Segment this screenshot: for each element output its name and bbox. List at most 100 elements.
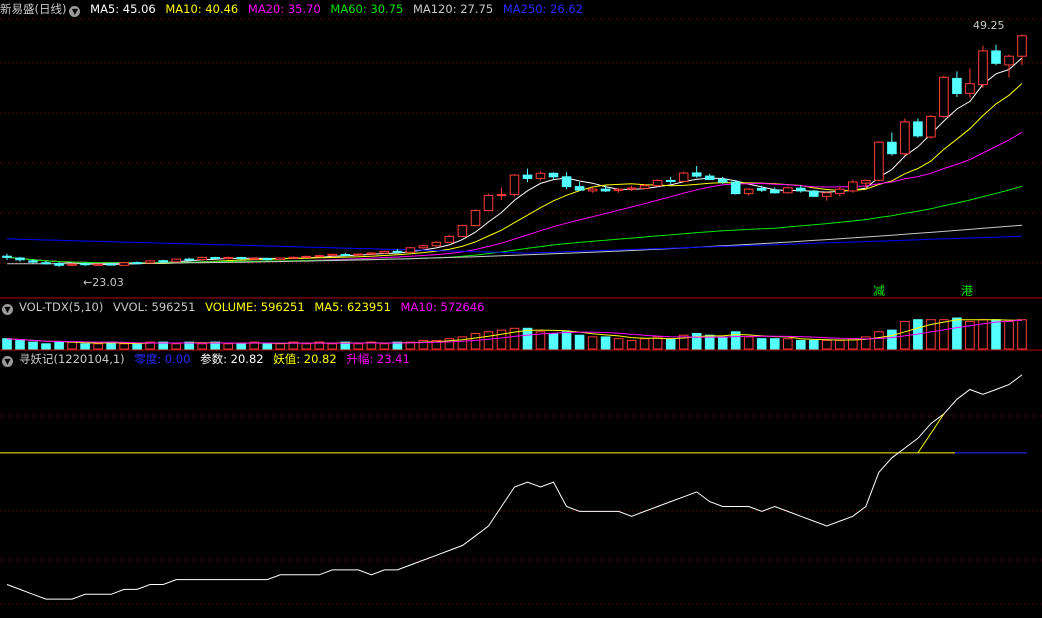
candle xyxy=(301,255,312,259)
ma5-line xyxy=(6,57,1023,266)
candle xyxy=(730,180,741,195)
candle-body xyxy=(54,263,64,266)
candle xyxy=(249,257,259,260)
candle-body xyxy=(327,253,338,257)
candle-body xyxy=(223,257,233,260)
candle xyxy=(887,132,897,156)
candle-body xyxy=(913,121,923,137)
candle xyxy=(509,173,520,197)
candle-body xyxy=(522,174,533,180)
candle-body xyxy=(431,241,442,247)
candle-body xyxy=(444,235,455,243)
candle xyxy=(600,185,611,193)
volume-bar xyxy=(1004,320,1014,350)
candle-body xyxy=(743,188,754,195)
chevron-down-icon[interactable]: ▼ xyxy=(2,304,13,315)
candle xyxy=(991,44,1001,66)
candle-body xyxy=(275,257,286,261)
volume-bar xyxy=(743,336,754,350)
volume-bar xyxy=(171,343,181,350)
candle-body xyxy=(314,255,325,258)
canshu-label: 参数: 20.82 xyxy=(200,352,264,366)
ma120-line xyxy=(7,224,1023,265)
candle-body xyxy=(822,192,832,197)
shengfu-label: 升幅: 23.41 xyxy=(346,352,410,366)
candle xyxy=(535,171,546,181)
candle xyxy=(353,253,364,256)
candle xyxy=(939,75,949,119)
candle xyxy=(665,176,676,184)
candle-body xyxy=(119,262,129,266)
candle-body xyxy=(366,252,377,255)
candle-body xyxy=(301,255,312,258)
volume-bar xyxy=(548,333,559,350)
candle-body xyxy=(678,172,689,182)
candle-body xyxy=(600,188,611,192)
candle-body xyxy=(1004,55,1014,66)
candle-body xyxy=(379,250,390,254)
candle xyxy=(184,257,194,261)
candle-body xyxy=(991,50,1001,64)
candle-body xyxy=(340,254,351,256)
volume-bar xyxy=(809,339,819,350)
low-price-label: 23.03 xyxy=(92,276,124,289)
vvol-label: VVOL: 596251 xyxy=(113,300,196,314)
candle-body xyxy=(353,253,364,256)
lingdu-label: 零度: 0.00 xyxy=(134,352,191,366)
candle xyxy=(809,189,819,198)
candle-body xyxy=(249,257,259,260)
candle-body xyxy=(2,255,12,258)
candle-body xyxy=(848,181,858,192)
candle-body xyxy=(80,263,90,266)
volume-bar xyxy=(80,343,90,350)
volume-bar xyxy=(457,336,468,350)
candle-body xyxy=(756,187,767,191)
main-legend: 新易盛(日线) ▼ MA5: 45.06 MA10: 40.46 MA20: 35… xyxy=(0,0,589,18)
candle xyxy=(861,179,871,189)
candle xyxy=(496,187,507,200)
candle-body xyxy=(704,175,715,181)
indicator-legend: ▼ 寻妖记(1220104,1) 零度: 0.00 参数: 20.82 妖值: 2… xyxy=(0,350,416,368)
ma5-label: MA5: 45.06 xyxy=(90,2,156,16)
candle xyxy=(652,179,663,187)
canshu-line xyxy=(6,374,1023,600)
high-price-mark: 49.25 xyxy=(973,19,1005,32)
candle-body xyxy=(418,245,429,249)
candle xyxy=(874,141,884,182)
chevron-down-icon[interactable]: ▼ xyxy=(69,6,81,17)
volume-bar xyxy=(639,338,650,350)
candle-body xyxy=(158,260,168,263)
chart-stage: 新易盛(日线) ▼ MA5: 45.06 MA10: 40.46 MA20: 35… xyxy=(0,0,1042,614)
candle-body xyxy=(470,210,481,227)
volume-bar xyxy=(600,336,611,350)
candle-body xyxy=(887,141,897,155)
candle-body xyxy=(939,76,949,118)
volume-bar xyxy=(301,343,312,350)
candle xyxy=(171,258,181,263)
signal-gang-mark: 港 xyxy=(961,284,974,298)
volume-bar xyxy=(119,343,129,350)
candle xyxy=(574,182,585,191)
candle xyxy=(626,185,637,192)
candle xyxy=(483,193,494,212)
candle xyxy=(796,185,806,193)
candle xyxy=(431,241,442,247)
volume-label: VOLUME: 596251 xyxy=(205,300,305,314)
volume-bar xyxy=(796,339,806,350)
candle-body xyxy=(965,83,975,94)
candle-body xyxy=(587,188,598,192)
candle-body xyxy=(28,260,38,263)
volume-bar xyxy=(665,338,676,350)
candle-body xyxy=(1017,35,1027,57)
volume-bar xyxy=(67,341,77,350)
candle-body xyxy=(15,257,25,261)
candle-body xyxy=(665,179,676,182)
volume-bar xyxy=(1017,319,1027,350)
candle-body xyxy=(561,176,572,188)
candle xyxy=(978,45,988,89)
volume-bar xyxy=(93,343,103,350)
indicator-title: 寻妖记(1220104,1) xyxy=(19,352,125,366)
chevron-down-icon[interactable]: ▼ xyxy=(2,356,13,367)
candle-body xyxy=(978,50,988,86)
vol-ma5-label: MA5: 623951 xyxy=(314,300,391,314)
